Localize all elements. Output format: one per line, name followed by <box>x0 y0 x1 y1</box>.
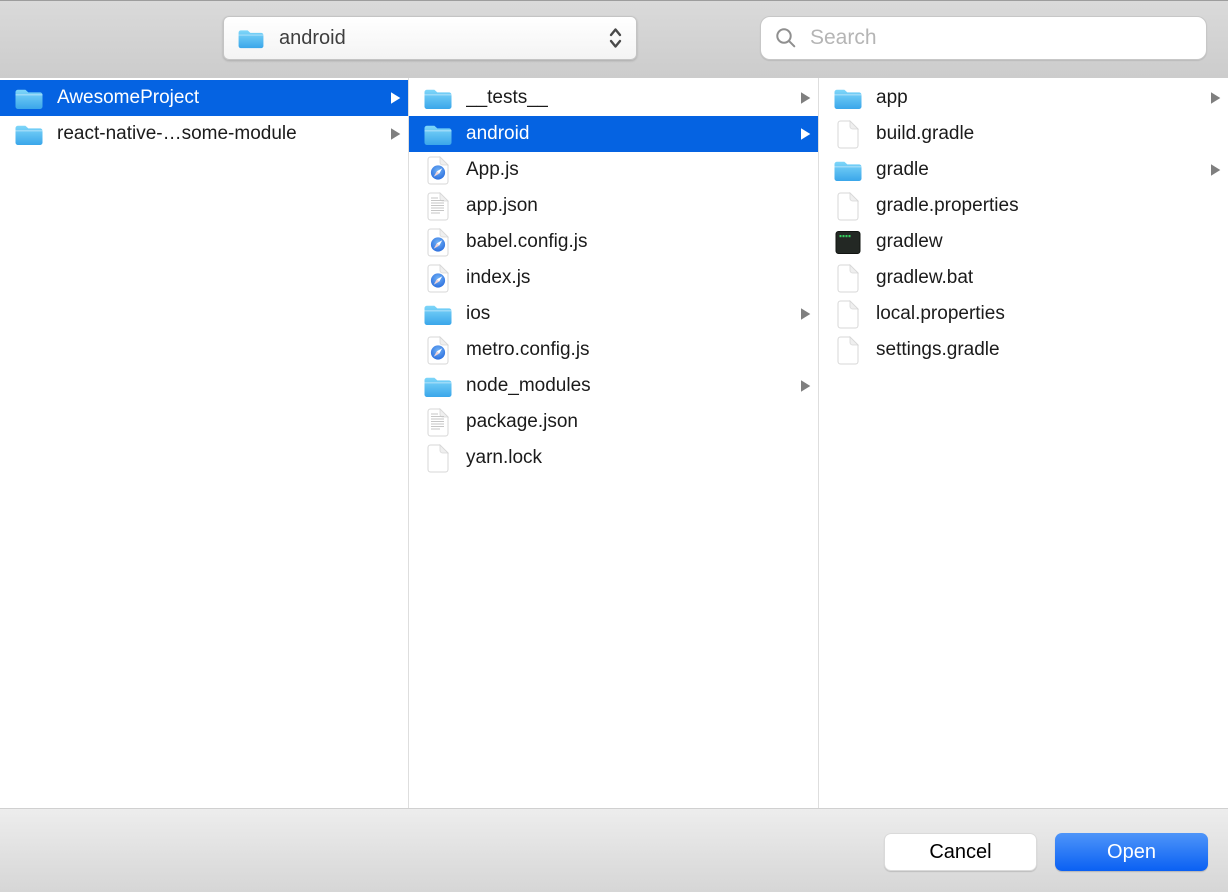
file-name: android <box>466 123 529 145</box>
disclosure-arrow-icon <box>383 126 402 142</box>
file-name: babel.config.js <box>466 231 587 253</box>
file-item[interactable]: build.gradle <box>819 116 1228 152</box>
file-item[interactable]: ios <box>409 296 818 332</box>
file-item[interactable]: App.js <box>409 152 818 188</box>
file-item[interactable]: app <box>819 80 1228 116</box>
file-name: local.properties <box>876 303 1005 325</box>
folder-icon <box>14 86 44 111</box>
disclosure-arrow-icon <box>793 126 812 142</box>
js-file-icon <box>423 228 453 257</box>
document-icon <box>423 408 453 437</box>
column-browser: AwesomeProjectreact-native-…some-module … <box>0 78 1228 808</box>
browser-column-2: __tests__android App.js app.json babel.conf… <box>408 78 818 808</box>
js-file-icon <box>423 336 453 365</box>
browser-column-3: app build.gradle gradle gradle.properties gr… <box>818 78 1228 808</box>
file-item[interactable]: android <box>409 116 818 152</box>
file-name: node_modules <box>466 375 591 397</box>
disclosure-arrow-icon <box>1203 90 1222 106</box>
js-file-icon <box>423 156 453 185</box>
file-name: gradle <box>876 159 929 181</box>
file-item[interactable]: __tests__ <box>409 80 818 116</box>
search-field <box>760 16 1207 60</box>
open-button[interactable]: Open <box>1055 833 1208 871</box>
file-name: react-native-…some-module <box>57 123 297 145</box>
file-item[interactable]: babel.config.js <box>409 224 818 260</box>
file-item[interactable]: index.js <box>409 260 818 296</box>
file-item[interactable]: react-native-…some-module <box>0 116 408 152</box>
file-name: gradle.properties <box>876 195 1019 217</box>
file-name: package.json <box>466 411 578 433</box>
file-name: App.js <box>466 159 519 181</box>
search-input[interactable] <box>808 25 1194 51</box>
file-item[interactable]: metro.config.js <box>409 332 818 368</box>
folder-icon <box>237 27 265 50</box>
file-name: build.gradle <box>876 123 974 145</box>
executable-icon <box>833 230 863 255</box>
current-folder-dropdown[interactable]: android <box>223 16 637 60</box>
browser-column-1: AwesomeProject react-native-…some-module <box>0 78 408 808</box>
chevron-up-down-icon <box>607 24 626 52</box>
file-item[interactable]: AwesomeProject <box>0 80 408 116</box>
blank-document-icon <box>833 192 863 221</box>
js-file-icon <box>423 264 453 293</box>
folder-icon <box>423 122 453 147</box>
file-item[interactable]: gradle <box>819 152 1228 188</box>
file-item[interactable]: settings.gradle <box>819 332 1228 368</box>
blank-document-icon <box>833 120 863 149</box>
cancel-button[interactable]: Cancel <box>884 833 1037 871</box>
search-icon <box>774 26 798 50</box>
folder-icon <box>423 374 453 399</box>
file-name: AwesomeProject <box>57 87 199 109</box>
file-item[interactable]: gradlew <box>819 224 1228 260</box>
disclosure-arrow-icon <box>793 306 812 322</box>
file-item[interactable]: gradle.properties <box>819 188 1228 224</box>
file-item[interactable]: local.properties <box>819 296 1228 332</box>
disclosure-arrow-icon <box>1203 162 1222 178</box>
file-item[interactable]: app.json <box>409 188 818 224</box>
file-name: __tests__ <box>466 87 548 109</box>
folder-icon <box>423 302 453 327</box>
file-name: settings.gradle <box>876 339 1000 361</box>
file-name: yarn.lock <box>466 447 542 469</box>
file-name: app.json <box>466 195 538 217</box>
file-name: gradlew.bat <box>876 267 973 289</box>
disclosure-arrow-icon <box>793 378 812 394</box>
file-item[interactable]: yarn.lock <box>409 440 818 476</box>
dialog-toolbar: android <box>0 0 1228 78</box>
file-name: ios <box>466 303 490 325</box>
file-item[interactable]: package.json <box>409 404 818 440</box>
disclosure-arrow-icon <box>383 90 402 106</box>
disclosure-arrow-icon <box>793 90 812 106</box>
folder-icon <box>833 158 863 183</box>
blank-document-icon <box>833 264 863 293</box>
current-folder-label: android <box>279 27 607 50</box>
dialog-footer: Cancel Open <box>0 808 1228 892</box>
file-name: metro.config.js <box>466 339 590 361</box>
file-item[interactable]: node_modules <box>409 368 818 404</box>
file-name: gradlew <box>876 231 943 253</box>
file-name: app <box>876 87 908 109</box>
document-icon <box>423 192 453 221</box>
blank-document-icon <box>423 444 453 473</box>
blank-document-icon <box>833 300 863 329</box>
folder-icon <box>423 86 453 111</box>
file-item[interactable]: gradlew.bat <box>819 260 1228 296</box>
file-name: index.js <box>466 267 530 289</box>
folder-icon <box>14 122 44 147</box>
folder-icon <box>833 86 863 111</box>
blank-document-icon <box>833 336 863 365</box>
